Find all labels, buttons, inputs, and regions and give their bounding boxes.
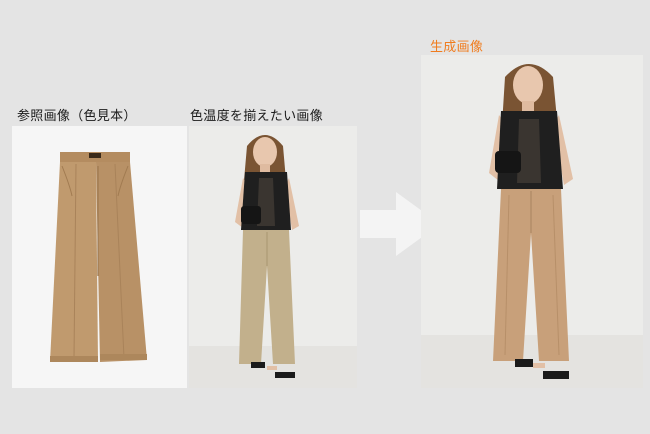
generated-label: 生成画像 (430, 40, 484, 55)
reference-label: 参照画像（色見本） (17, 109, 137, 124)
comparison-canvas: 参照画像（色見本） 色温度を揃えたい画像 生成画像 (0, 0, 650, 434)
reference-image (12, 126, 187, 388)
target-image (189, 126, 357, 388)
target-label: 色温度を揃えたい画像 (190, 109, 324, 124)
generated-image (421, 55, 643, 388)
